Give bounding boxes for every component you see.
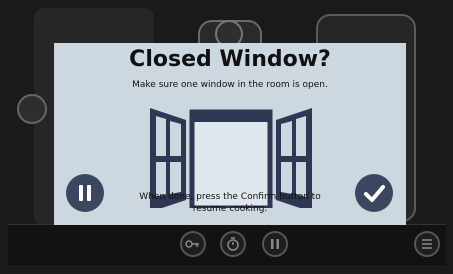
- pause-button[interactable]: [66, 174, 104, 212]
- timer-icon-svg: [227, 237, 239, 251]
- dialog-title: Closed Window?: [129, 47, 331, 72]
- key-icon-svg: [185, 240, 199, 248]
- appliance-screen: Closed Window? Make sure one window in t…: [0, 0, 453, 274]
- checkmark-icon: [364, 185, 385, 202]
- pause-icon[interactable]: [262, 231, 288, 257]
- closed-window-dialog: Closed Window? Make sure one window in t…: [54, 43, 406, 225]
- dialog-message: When done, press the Confirm button to r…: [139, 192, 321, 214]
- dialog-subtitle: Make sure one window in the room is open…: [132, 80, 328, 90]
- bottom-control-bar: [8, 224, 446, 265]
- menu-icon-svg: [422, 239, 432, 249]
- menu-icon[interactable]: [414, 231, 440, 257]
- background-left-knob: [17, 94, 47, 124]
- key-icon[interactable]: [180, 231, 206, 257]
- confirm-button[interactable]: [355, 174, 393, 212]
- timer-icon[interactable]: [220, 231, 246, 257]
- pause-icon-svg: [271, 239, 279, 249]
- pause-icon: [79, 185, 91, 201]
